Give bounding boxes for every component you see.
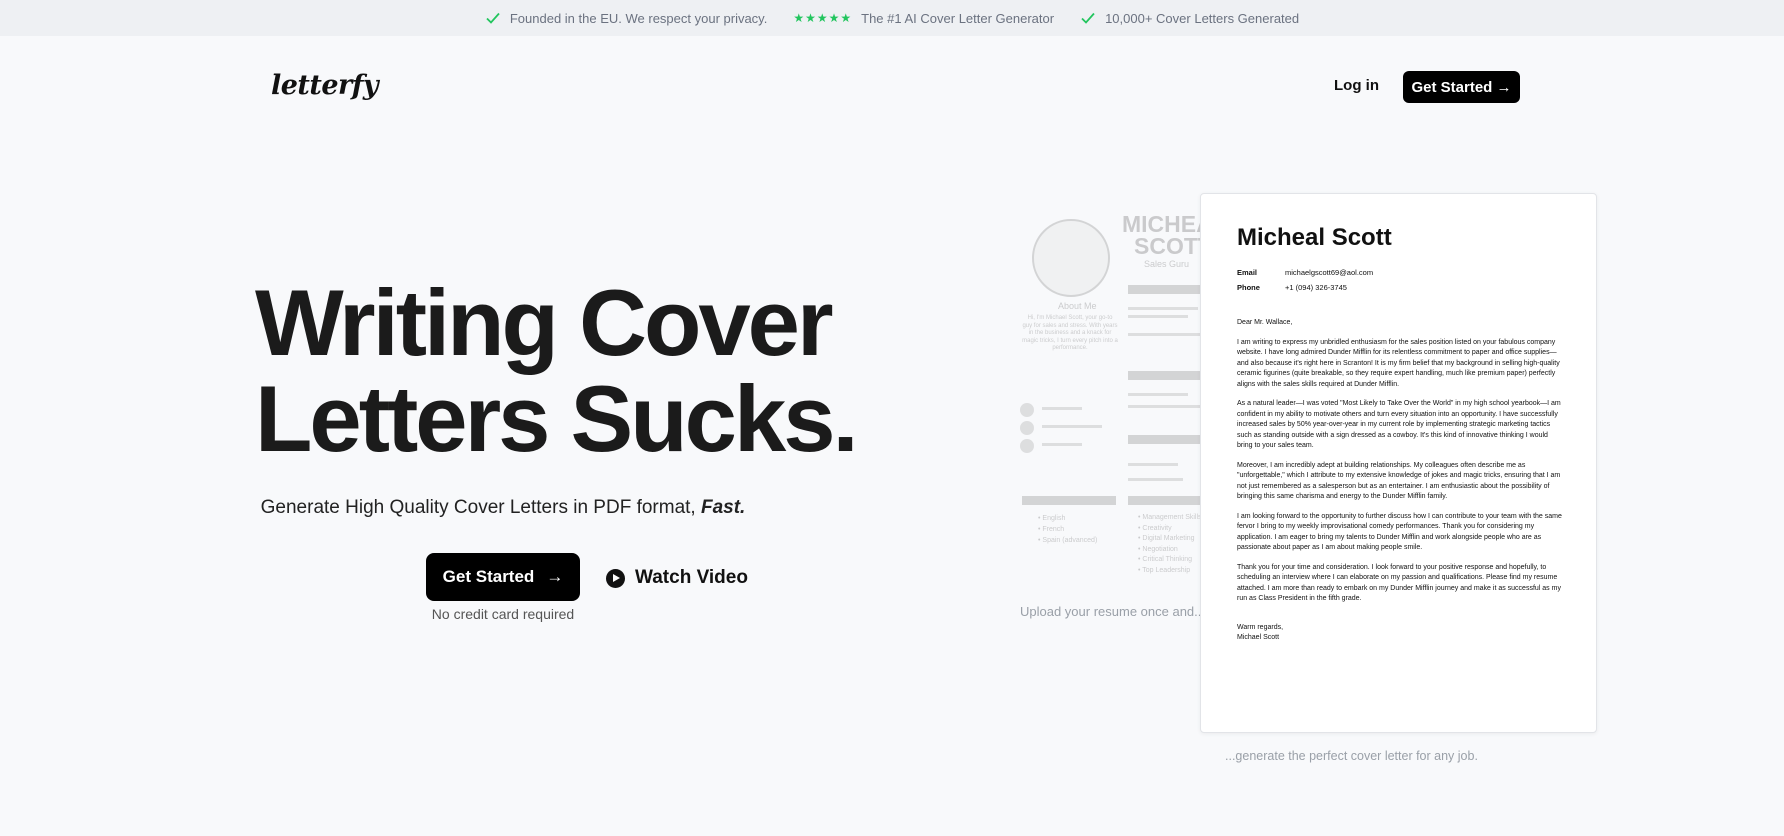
email-label: Email xyxy=(1237,268,1258,277)
get-started-hero-button[interactable]: Get Started → xyxy=(426,553,580,601)
announcement-item: 10,000+ Cover Letters Generated xyxy=(1080,10,1299,26)
avatar xyxy=(1032,219,1110,297)
letter-body: Dear Mr. Wallace, I am writing to expres… xyxy=(1237,318,1562,653)
letter-closing: Warm regards, xyxy=(1237,623,1284,631)
text-line xyxy=(1128,315,1188,318)
section-bar xyxy=(1022,496,1116,505)
letter-greeting: Dear Mr. Wallace, xyxy=(1237,319,1293,326)
generate-caption: ...generate the perfect cover letter for… xyxy=(1225,749,1478,763)
check-icon xyxy=(486,12,500,24)
no-credit-card-note: No credit card required xyxy=(431,606,575,622)
announcement-item: Founded in the EU. We respect your priva… xyxy=(485,10,767,26)
email-value: michaelgscott69@aol.com xyxy=(1285,268,1374,277)
announcement-bar: Founded in the EU. We respect your priva… xyxy=(0,0,1784,36)
letter-paragraph: Moreover, I am incredibly adept at build… xyxy=(1237,461,1561,501)
announcement-item: ★★★★★ The #1 AI Cover Letter Generator xyxy=(793,11,1054,26)
mail-icon xyxy=(1020,421,1034,435)
resume-preview: MICHEA SCOTT Sales Guru About Me Hi, I'm… xyxy=(1008,193,1208,593)
text-line xyxy=(1128,307,1198,310)
watch-video-button[interactable]: Watch Video xyxy=(606,567,748,589)
letter-paragraph: I am looking forward to the opportunity … xyxy=(1237,512,1562,552)
text-line xyxy=(1042,443,1082,446)
cover-letter-preview: Micheal Scott Email michaelgscott69@aol.c… xyxy=(1200,193,1597,733)
resume-name: MICHEA SCOTT xyxy=(1122,211,1208,259)
announcement-text: 10,000+ Cover Letters Generated xyxy=(1105,10,1300,26)
location-icon xyxy=(1020,439,1034,453)
phone-row: Phone +1 (094) 326-3745 xyxy=(1237,283,1347,292)
expertise-list: • Management Skills • Creativity • Digital… xyxy=(1138,514,1202,574)
announcement-text: Founded in the EU. We respect your priva… xyxy=(509,10,768,26)
section-bar xyxy=(1128,496,1208,505)
login-link[interactable]: Log in xyxy=(1334,77,1379,94)
about-title: About Me xyxy=(1058,301,1097,311)
subtitle-text: Generate High Quality Cover Letters in P… xyxy=(260,497,701,518)
letter-name: Micheal Scott xyxy=(1237,224,1392,251)
watch-video-label: Watch Video xyxy=(635,567,748,588)
get-started-nav-button[interactable]: Get Started → xyxy=(1403,71,1520,103)
letter-paragraph: I am writing to express my unbridled ent… xyxy=(1237,338,1560,388)
resume-role: Sales Guru xyxy=(1144,259,1190,269)
text-line xyxy=(1042,407,1082,410)
play-icon xyxy=(606,568,625,588)
check-icon xyxy=(1081,12,1095,24)
letter-paragraph: As a natural leader—I was voted "Most Li… xyxy=(1237,400,1561,449)
section-bar xyxy=(1128,285,1208,294)
letter-paragraph: Thank you for your time and consideratio… xyxy=(1237,563,1561,603)
button-label: Get Started xyxy=(442,567,535,586)
hero-subtitle: Generate High Quality Cover Letters in P… xyxy=(0,497,1006,519)
announcement-text: The #1 AI Cover Letter Generator xyxy=(861,10,1055,26)
text-line xyxy=(1128,463,1178,466)
arrow-right-icon: → xyxy=(546,567,564,586)
headline-line-2: Letters Sucks. xyxy=(255,366,859,471)
language-list: • English • French • Spain (advanced) xyxy=(1038,515,1098,544)
upload-caption: Upload your resume once and... xyxy=(1020,604,1205,619)
headline-line-1: Writing Cover xyxy=(255,270,834,375)
five-star-icon: ★★★★★ xyxy=(793,11,853,25)
phone-icon xyxy=(1020,403,1034,417)
hero-headline: Writing Cover Letters Sucks. xyxy=(255,275,859,467)
phone-value: +1 (094) 326-3745 xyxy=(1285,283,1347,292)
section-bar xyxy=(1128,371,1208,380)
logo[interactable]: letterfy xyxy=(271,70,379,101)
subtitle-emphasis: Fast. xyxy=(700,497,746,518)
text-line xyxy=(1128,478,1183,481)
about-text: Hi, I'm Michael Scott, your go-to guy fo… xyxy=(1022,315,1118,351)
text-line xyxy=(1128,393,1188,396)
phone-label: Phone xyxy=(1237,283,1260,292)
section-bar xyxy=(1128,435,1208,444)
email-row: Email michaelgscott69@aol.com xyxy=(1237,268,1373,277)
text-line xyxy=(1128,333,1203,336)
letter-signature: Michael Scott xyxy=(1237,634,1280,641)
text-line xyxy=(1128,405,1203,408)
text-line xyxy=(1042,425,1102,428)
